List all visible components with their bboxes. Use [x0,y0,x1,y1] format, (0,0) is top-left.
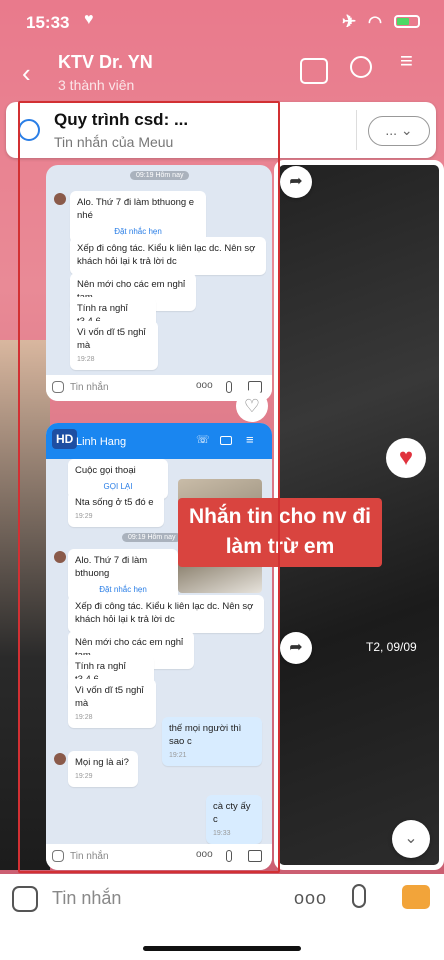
pinned-more-button[interactable]: ... ⌄ [368,116,430,146]
home-indicator [143,946,301,951]
chat-subtitle: 3 thành viên [58,77,135,93]
message-input[interactable]: Tin nhắn [52,888,121,909]
status-time: 15:33 [26,13,70,32]
share-icon[interactable]: ➦ [280,166,312,198]
chat-header: ‹ KTV Dr. YN 3 thành viên ≡ [0,44,444,100]
highlight-frame [18,101,280,873]
airplane-icon: ✈ [342,12,357,31]
gallery-icon[interactable] [402,885,430,909]
emoji-icon[interactable] [12,886,38,912]
battery-icon [394,15,420,28]
heart-status-icon: ♥ [84,11,94,28]
video-call-icon[interactable] [300,58,328,84]
back-icon[interactable]: ‹ [22,58,31,89]
status-bar: 15:33 ♥ ✈ ◠ [0,0,444,44]
more-icon[interactable]: ooo [294,888,327,909]
menu-icon[interactable]: ≡ [400,50,413,72]
share-icon[interactable]: ➦ [280,632,312,664]
search-icon[interactable] [350,56,372,78]
pinned-divider [356,110,357,150]
mic-icon[interactable] [352,884,366,908]
wifi-icon: ◠ [368,14,382,31]
message-date: T2, 09/09 [366,640,417,654]
reaction-heart-icon[interactable]: ♥ [386,438,426,478]
chat-title[interactable]: KTV Dr. YN [58,52,153,73]
scroll-down-icon[interactable]: ⌄ [392,820,430,858]
